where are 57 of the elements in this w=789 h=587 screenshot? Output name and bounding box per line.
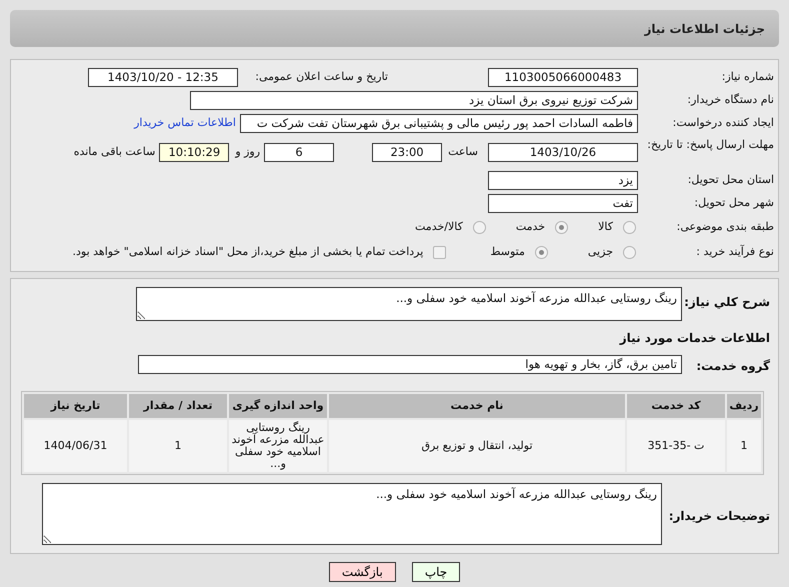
print-button[interactable]: چاپ <box>412 562 460 582</box>
contact-link[interactable]: اطلاعات تماس خریدار <box>134 115 236 132</box>
table-cell: 1 <box>129 420 227 472</box>
radio-button[interactable] <box>534 246 548 259</box>
radio-label: متوسط <box>490 244 525 260</box>
column-header: نام خدمت <box>329 394 625 418</box>
field-label: استان محل تحویل: <box>686 172 775 188</box>
column-header: تعداد / مقدار <box>129 394 227 418</box>
radio-button[interactable] <box>555 221 568 234</box>
text-field[interactable]: 23:00 <box>372 142 442 162</box>
table-cell: 1 <box>727 420 761 472</box>
column-header: کد خدمت <box>627 394 725 418</box>
text-field[interactable]: فاطمه السادات احمد پور رئیس مالی و پشتیبانی برق شهرستان تفت شرکت ت <box>240 114 638 133</box>
field-label: مهلت ارسال پاسخ: تا تاریخ: <box>646 137 775 153</box>
text-field[interactable]: یزد <box>488 171 638 190</box>
field-label: شرح کلي نياز: <box>683 294 771 311</box>
field-label: روز و <box>235 144 260 160</box>
radio-label: کالا/خدمت <box>415 219 463 236</box>
field-label: شماره نیاز: <box>720 69 775 86</box>
table-cell: ت -35-351 <box>627 420 725 472</box>
text-field[interactable]: شرکت توزیع نیروی برق استان یزد <box>190 91 638 110</box>
radio-button[interactable] <box>623 246 636 259</box>
field-label: طبقه بندی موضوعی: <box>676 219 775 236</box>
table-cell: 1404/06/31 <box>24 420 127 472</box>
checkbox-label: پرداخت تمام یا بخشی از مبلغ خرید،از محل "اسناد خزانه اسلامی" خواهد بود. <box>72 244 424 260</box>
text-field[interactable]: 10:10:29 <box>159 142 230 162</box>
field-label: شهر محل تحویل: <box>693 195 775 212</box>
field-label: تاریخ و ساعت اعلان عمومی: <box>254 69 388 86</box>
text-field[interactable]: 1103005066000483 <box>488 68 638 87</box>
field-label: توضیحات خریدار: <box>668 508 771 525</box>
table-cell: رینگ روستایی عبدالله مزرعه آخوند اسلامیه خود سفلی و... <box>229 420 327 472</box>
field-label: نوع فرآیند خرید : <box>695 244 775 260</box>
column-header: ردیف <box>727 394 761 418</box>
radio-label: خدمت <box>516 219 546 236</box>
field-label: ایجاد کننده درخواست: <box>672 115 775 132</box>
radio-label: کالا <box>598 219 613 236</box>
text-field[interactable]: 1403/10/26 <box>488 142 638 162</box>
column-header: واحد اندازه گیری <box>229 394 327 418</box>
table-cell: تولید، انتقال و توزیع برق <box>329 420 625 472</box>
field-label: گروه خدمت: <box>695 358 771 375</box>
field-label: نام دستگاه خریدار: <box>686 92 775 108</box>
radio-button[interactable] <box>472 221 486 234</box>
back-button[interactable]: بازگشت <box>328 562 396 582</box>
column-header: تاریخ نیاز <box>24 394 127 418</box>
field-label: ساعت باقی مانده <box>74 144 156 160</box>
radio-label: جزیی <box>588 244 613 260</box>
field-label: ساعت <box>448 144 478 160</box>
text-area[interactable]: رینگ روستایی عبدالله مزرعه آخوند اسلامیه خود سفلی و... <box>136 287 682 321</box>
text-area[interactable]: رینگ روستایی عبدالله مزرعه آخوند اسلامیه خود سفلی و... <box>42 483 662 545</box>
section-heading: اطلاعات خدمات مورد نیاز <box>618 330 771 347</box>
text-field[interactable]: 1403/10/20 - 12:35 <box>88 68 238 87</box>
page-title: جزئیات اطلاعات نیاز <box>644 20 765 38</box>
radio-button[interactable] <box>623 221 636 234</box>
text-field[interactable]: تفت <box>488 194 638 213</box>
checkbox[interactable] <box>433 246 446 259</box>
text-field[interactable]: 6 <box>264 142 334 162</box>
text-field[interactable]: تامین برق، گاز، بخار و تهویه هوا <box>138 355 682 374</box>
